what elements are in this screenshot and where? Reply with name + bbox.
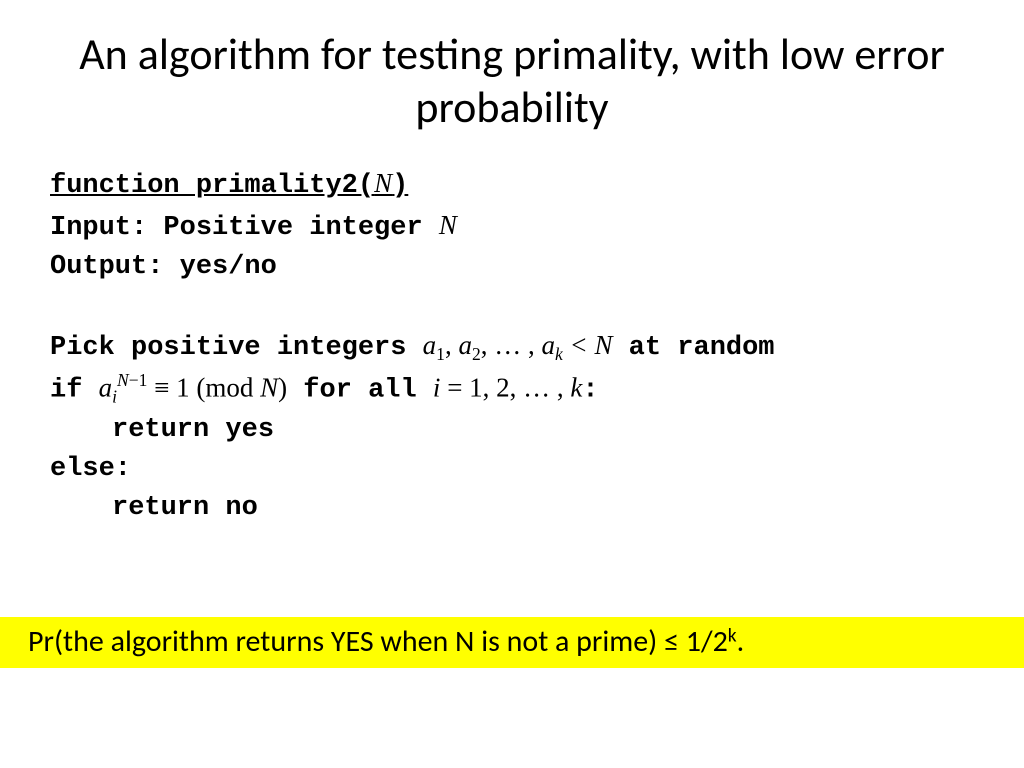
if-label: if [50, 376, 99, 406]
pick-sep1: , [445, 330, 459, 360]
blank-line [50, 287, 984, 326]
if-i: i [433, 373, 447, 403]
input-label: Input: Positive integer [50, 213, 439, 243]
if-mod-close: ) [278, 373, 287, 403]
func-keyword: function primality2( [50, 171, 374, 201]
pick-prefix: Pick positive integers [50, 333, 423, 363]
func-close: ) [392, 171, 408, 201]
if-colon: : [582, 376, 598, 406]
pick-a2-sub: 2 [472, 344, 481, 364]
if-forall: for all [287, 376, 433, 406]
pick-N: N [594, 330, 612, 360]
pick-ak: a [541, 330, 555, 360]
pick-a1-sub: 1 [436, 344, 445, 364]
pick-suffix: at random [612, 333, 774, 363]
pick-sep2: , … , [481, 330, 542, 360]
pick-lt: < [563, 330, 595, 360]
footer-exp: k [728, 623, 737, 647]
slide: An algorithm for testing primality, with… [0, 0, 1024, 768]
if-k: k [570, 373, 582, 403]
func-param: N [374, 168, 392, 198]
probability-statement: Pr(the algorithm returns YES when N is n… [0, 617, 1024, 668]
return-yes-line: return yes [50, 411, 984, 450]
if-sup-N: N [117, 370, 129, 390]
if-range: 1, 2, … , [469, 373, 570, 403]
pick-a1: a [423, 330, 437, 360]
if-mod-open: (mod [196, 373, 260, 403]
input-var: N [439, 210, 457, 240]
else-line: else: [50, 450, 984, 489]
if-mod-N: N [260, 373, 278, 403]
footer-text: Pr(the algorithm returns YES when N is n… [28, 623, 728, 660]
if-sup-minus1: −1 [129, 370, 148, 390]
if-eq: = [447, 373, 469, 403]
return-yes: return yes [50, 411, 274, 450]
return-no-line: return no [50, 489, 984, 528]
input-line: Input: Positive integer N [50, 206, 984, 248]
if-base: a [99, 373, 113, 403]
function-signature: function primality2(N) [50, 164, 984, 206]
if-line: if aiN−1 ≡ 1 (mod N) for all i = 1, 2, …… [50, 368, 984, 411]
algorithm-code: function primality2(N) Input: Positive i… [40, 164, 984, 529]
footer-suffix: . [737, 623, 745, 660]
output-line: Output: yes/no [50, 248, 984, 287]
return-no: return no [50, 489, 258, 528]
pick-a2: a [458, 330, 472, 360]
if-equiv: ≡ [147, 373, 176, 403]
pick-line: Pick positive integers a1, a2, … , ak < … [50, 326, 984, 368]
if-one: 1 [176, 373, 196, 403]
pick-ak-sub: k [555, 344, 563, 364]
slide-title: An algorithm for testing primality, with… [40, 28, 984, 134]
